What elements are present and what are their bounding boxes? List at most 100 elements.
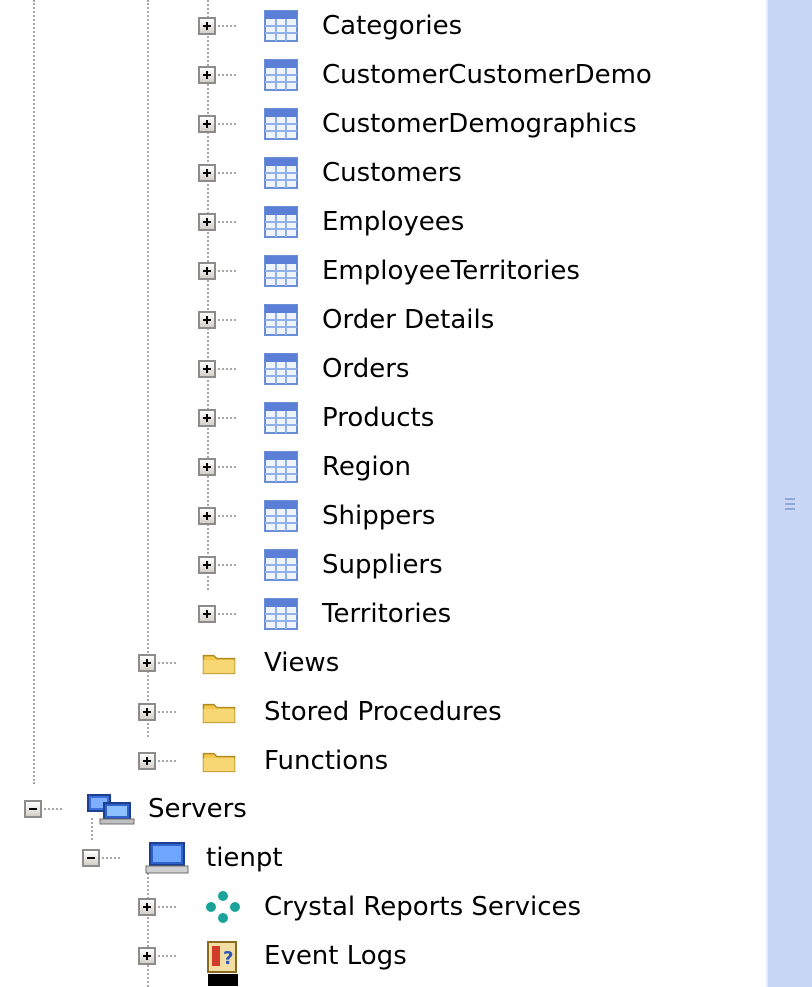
tree-connector bbox=[158, 955, 176, 957]
tree-item-stored-procedures[interactable]: Stored Procedures bbox=[0, 688, 766, 736]
tree-connector bbox=[218, 74, 236, 76]
expand-icon[interactable] bbox=[138, 898, 156, 916]
tree-item-label: EmployeeTerritories bbox=[322, 256, 580, 286]
tree-connector bbox=[218, 221, 236, 223]
tree-item-label: Crystal Reports Services bbox=[264, 892, 582, 922]
tree-item-crystal-reports-services[interactable]: Crystal Reports Services bbox=[0, 883, 766, 931]
expand-icon[interactable] bbox=[198, 360, 216, 378]
tree-connector bbox=[102, 857, 120, 859]
expand-icon[interactable] bbox=[138, 752, 156, 770]
tree-item-label: tienpt bbox=[206, 843, 283, 873]
expand-icon[interactable] bbox=[198, 213, 216, 231]
expand-icon[interactable] bbox=[198, 605, 216, 623]
tree-item-functions[interactable]: Functions bbox=[0, 737, 766, 785]
table-icon bbox=[264, 157, 298, 189]
tree-connector bbox=[218, 368, 236, 370]
tree-item-label: Suppliers bbox=[322, 550, 443, 580]
tree-item-label: Shippers bbox=[322, 501, 436, 531]
tree-item-views[interactable]: Views bbox=[0, 639, 766, 687]
server-explorer-tree: Categories CustomerCustomerDemo Customer… bbox=[0, 0, 766, 987]
tree-connector bbox=[158, 711, 176, 713]
collapse-icon[interactable] bbox=[24, 800, 42, 818]
tree-item-table-categories[interactable]: Categories bbox=[0, 2, 766, 50]
tree-item-table-suppliers[interactable]: Suppliers bbox=[0, 541, 766, 589]
expand-icon[interactable] bbox=[198, 311, 216, 329]
expand-icon[interactable] bbox=[198, 458, 216, 476]
table-icon bbox=[264, 402, 298, 434]
table-icon bbox=[264, 10, 298, 42]
computer-icon bbox=[145, 842, 189, 874]
tree-connector bbox=[158, 760, 176, 762]
expand-icon[interactable] bbox=[198, 507, 216, 525]
servers-icon bbox=[87, 794, 135, 825]
tree-item-label: Territories bbox=[322, 599, 452, 629]
tree-item-servers[interactable]: Servers bbox=[0, 785, 766, 833]
collapse-icon[interactable] bbox=[82, 849, 100, 867]
tree-connector bbox=[218, 319, 236, 321]
tree-connector bbox=[218, 417, 236, 419]
table-icon bbox=[264, 451, 298, 483]
table-icon bbox=[264, 59, 298, 91]
tree-item-table-order-details[interactable]: Order Details bbox=[0, 296, 766, 344]
crystal-reports-icon bbox=[206, 891, 240, 923]
tree-item-label: Employees bbox=[322, 207, 465, 237]
tree-connector bbox=[218, 564, 236, 566]
expand-icon[interactable] bbox=[198, 164, 216, 182]
tree-item-table-customercustomerdemo[interactable]: CustomerCustomerDemo bbox=[0, 51, 766, 99]
tree-item-label: Servers bbox=[148, 794, 247, 824]
tree-item-table-employees[interactable]: Employees bbox=[0, 198, 766, 246]
table-icon bbox=[264, 108, 298, 140]
tree-item-label: Products bbox=[322, 403, 435, 433]
tree-item-table-shippers[interactable]: Shippers bbox=[0, 492, 766, 540]
tree-item-table-employeeterritories[interactable]: EmployeeTerritories bbox=[0, 247, 766, 295]
tree-item-label: Stored Procedures bbox=[264, 697, 502, 727]
tree-connector bbox=[218, 270, 236, 272]
expand-icon[interactable] bbox=[198, 556, 216, 574]
scrollbar-grip-icon[interactable] bbox=[785, 498, 795, 500]
scrollbar-grip-icon[interactable] bbox=[785, 508, 795, 510]
tree-connector bbox=[218, 123, 236, 125]
expand-icon[interactable] bbox=[198, 17, 216, 35]
tree-item-label: Views bbox=[264, 648, 340, 678]
tree-item-table-customerdemographics[interactable]: CustomerDemographics bbox=[0, 100, 766, 148]
expand-icon[interactable] bbox=[138, 654, 156, 672]
tree-item-label: CustomerCustomerDemo bbox=[322, 60, 652, 90]
tree-item-label: Order Details bbox=[322, 305, 495, 335]
tree-item-table-customers[interactable]: Customers bbox=[0, 149, 766, 197]
tree-item-label: CustomerDemographics bbox=[322, 109, 637, 139]
table-icon bbox=[264, 598, 298, 630]
folder-icon bbox=[202, 703, 236, 724]
expand-icon[interactable] bbox=[198, 66, 216, 84]
tree-item-table-region[interactable]: Region bbox=[0, 443, 766, 491]
event-log-icon: ? bbox=[207, 941, 238, 986]
table-icon bbox=[264, 255, 298, 287]
tree-item-label: Categories bbox=[322, 11, 463, 41]
expand-icon[interactable] bbox=[138, 947, 156, 965]
tree-connector bbox=[44, 808, 62, 810]
tree-item-server-tienpt[interactable]: tienpt bbox=[0, 834, 766, 882]
folder-icon bbox=[202, 752, 236, 773]
tree-connector bbox=[218, 25, 236, 27]
table-icon bbox=[264, 304, 298, 336]
tree-connector bbox=[158, 662, 176, 664]
tree-connector bbox=[218, 613, 236, 615]
tree-item-event-logs[interactable]: ? Event Logs bbox=[0, 932, 766, 986]
expand-icon[interactable] bbox=[198, 115, 216, 133]
tree-item-table-territories[interactable]: Territories bbox=[0, 590, 766, 638]
vertical-scrollbar[interactable] bbox=[766, 0, 812, 987]
tree-item-label: Event Logs bbox=[264, 941, 407, 971]
tree-item-label: Region bbox=[322, 452, 412, 482]
tree-connector bbox=[158, 906, 176, 908]
table-icon bbox=[264, 500, 298, 532]
tree-item-label: Functions bbox=[264, 746, 389, 776]
svg-text:?: ? bbox=[223, 948, 233, 969]
tree-item-table-products[interactable]: Products bbox=[0, 394, 766, 442]
expand-icon[interactable] bbox=[198, 262, 216, 280]
scrollbar-grip-icon[interactable] bbox=[785, 503, 795, 505]
tree-item-table-orders[interactable]: Orders bbox=[0, 345, 766, 393]
folder-icon bbox=[202, 654, 236, 675]
expand-icon[interactable] bbox=[198, 409, 216, 427]
expand-icon[interactable] bbox=[138, 703, 156, 721]
table-icon bbox=[264, 549, 298, 581]
tree-connector bbox=[218, 466, 236, 468]
